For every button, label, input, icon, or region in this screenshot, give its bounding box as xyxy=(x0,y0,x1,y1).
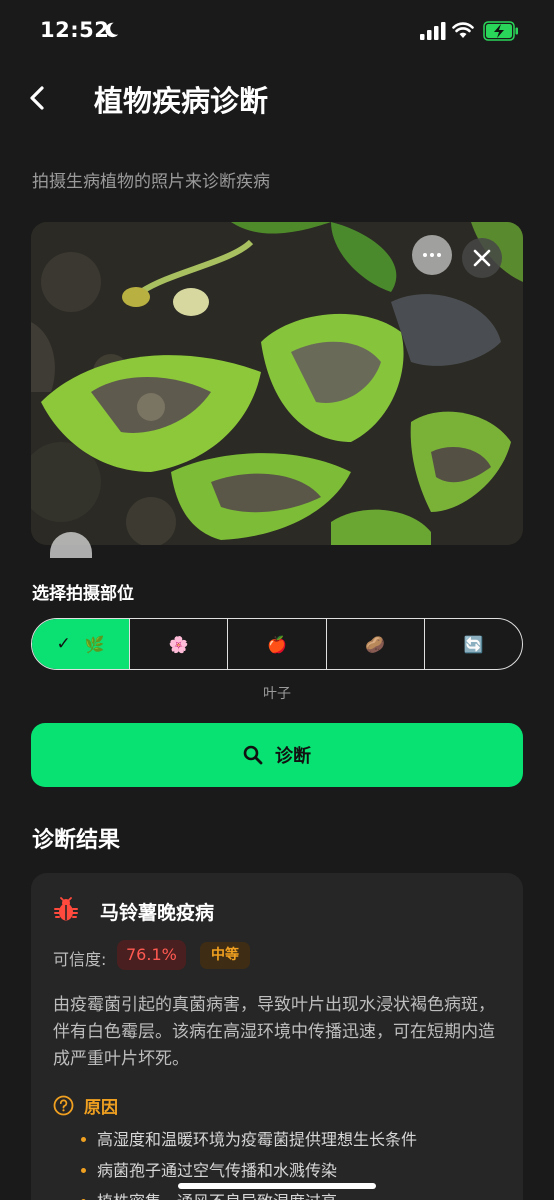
dot-icon xyxy=(437,253,441,257)
wifi-icon xyxy=(452,22,474,38)
cause-item: 病菌孢子通过空气传播和水溅传染 xyxy=(81,1155,417,1186)
dot-icon xyxy=(430,253,434,257)
uploaded-photo[interactable] xyxy=(31,222,523,545)
part-option-root[interactable]: 🥔 xyxy=(327,619,425,669)
diagnose-button[interactable]: 诊断 xyxy=(31,723,523,787)
nav-bar: 植物疾病诊断 xyxy=(0,70,554,126)
status-time: 12:52 xyxy=(40,18,110,42)
dot-icon xyxy=(423,253,427,257)
remove-photo-button[interactable] xyxy=(462,238,502,278)
back-arrow-icon[interactable] xyxy=(22,80,54,116)
causes-heading: 原因 xyxy=(53,1093,118,1118)
question-circle-icon xyxy=(53,1095,74,1116)
more-options-button[interactable] xyxy=(412,235,452,275)
results-title: 诊断结果 xyxy=(32,828,121,853)
page-subtitle: 拍摄生病植物的照片来诊断疾病 xyxy=(32,172,270,192)
home-indicator[interactable] xyxy=(178,1183,376,1189)
part-option-other[interactable]: 🔄 xyxy=(425,619,522,669)
moon-icon xyxy=(105,22,119,38)
potato-icon: 🥔 xyxy=(365,634,386,654)
page-title: 植物疾病诊断 xyxy=(94,84,269,118)
part-selector-label: 选择拍摄部位 xyxy=(32,584,134,604)
diagnose-button-label: 诊断 xyxy=(275,746,311,767)
causes-title: 原因 xyxy=(84,1098,118,1118)
flower-icon: 🌸 xyxy=(168,634,189,654)
part-option-fruit[interactable]: 🍎 xyxy=(228,619,327,669)
part-option-leaf[interactable]: ✓ 🌿 xyxy=(32,619,131,669)
close-icon xyxy=(473,249,491,267)
bug-icon xyxy=(54,897,78,921)
leaf-icon: 🌿 xyxy=(84,634,105,654)
battery-charging-icon xyxy=(483,21,518,41)
apple-icon: 🍎 xyxy=(267,634,287,654)
cellular-signal-icon xyxy=(420,22,446,40)
leaf-photo-illustration xyxy=(31,222,523,545)
search-icon xyxy=(243,745,263,765)
confidence-value-badge: 76.1% xyxy=(117,940,186,970)
part-selector: ✓ 🌿 🌸 🍎 🥔 🔄 xyxy=(31,618,523,670)
disease-description: 由疫霉菌引起的真菌病害，导致叶片出现水浸状褐色病斑，伴有白色霉层。该病在高湿环境… xyxy=(53,995,495,1069)
selected-part-caption: 叶子 xyxy=(263,686,291,702)
status-bar: 12:52 xyxy=(0,0,554,64)
checkmark-icon: ✓ xyxy=(56,634,71,654)
cause-item: 高湿度和温暖环境为疫霉菌提供理想生长条件 xyxy=(81,1124,417,1155)
diagnosis-result-card: 马铃薯晚疫病 可信度: 76.1% 中等 由疫霉菌引起的真菌病害，导致叶片出现水… xyxy=(31,873,523,1200)
confidence-label: 可信度: xyxy=(53,950,107,969)
confidence-level-badge: 中等 xyxy=(200,942,250,969)
disease-name: 马铃薯晚疫病 xyxy=(100,902,215,924)
refresh-icon: 🔄 xyxy=(463,634,484,654)
part-option-flower[interactable]: 🌸 xyxy=(130,619,229,669)
